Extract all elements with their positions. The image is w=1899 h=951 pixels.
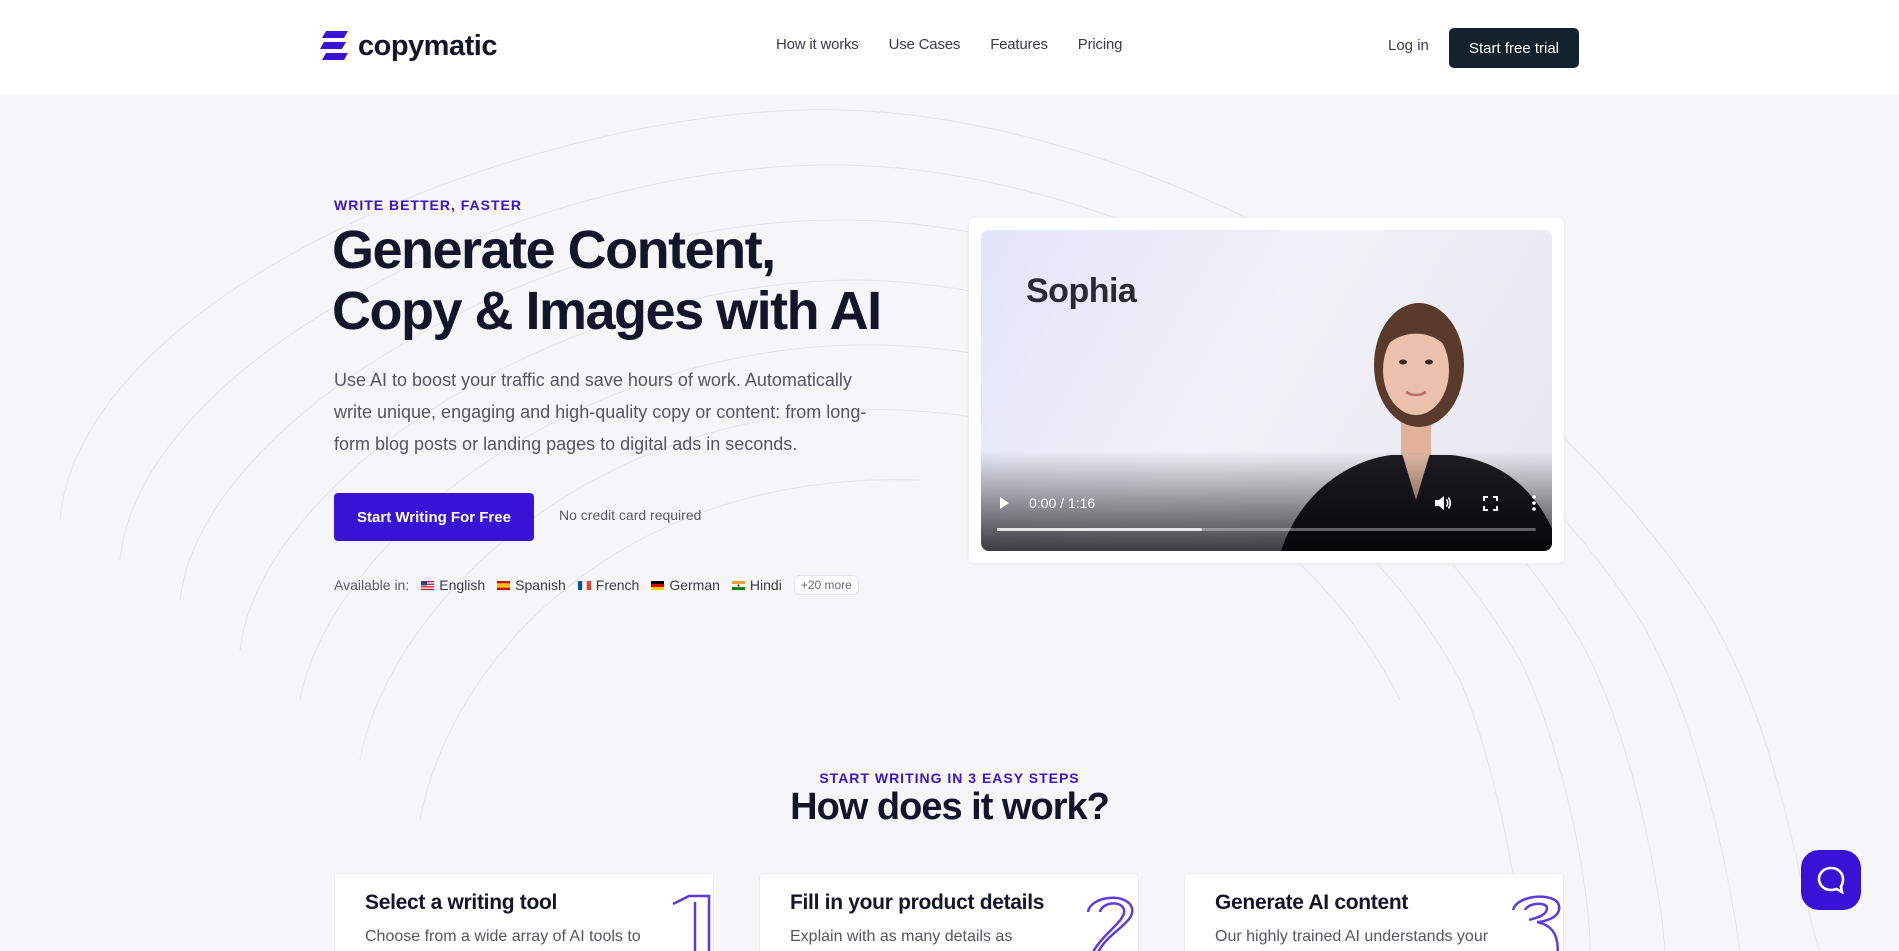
video-controls: 0:00 / 1:16: [981, 451, 1552, 551]
us-flag-icon: [421, 580, 435, 590]
language-label: German: [669, 577, 720, 593]
step-card-2: Fill in your product details Explain wit…: [759, 873, 1139, 951]
step-description: Choose from a wide array of AI tools to: [365, 928, 641, 945]
step-title: Select a writing tool: [365, 891, 558, 914]
main-nav: How it works Use Cases Features Pricing: [776, 36, 1122, 53]
brand-name: copymatic: [358, 29, 497, 62]
nav-use-cases[interactable]: Use Cases: [889, 36, 961, 53]
step-description: Our highly trained AI understands your: [1215, 928, 1489, 945]
language-label: Hindi: [749, 577, 782, 593]
video-progress-bar[interactable]: [997, 528, 1536, 531]
step-title: Fill in your product details: [790, 891, 1045, 914]
hero-title-line-2: Copy & Images with AI: [332, 281, 882, 341]
es-flag-icon: [497, 580, 511, 590]
hero-eyebrow: WRITE BETTER, FASTER: [334, 197, 522, 213]
video-time: 0:00 / 1:16: [1029, 495, 1096, 511]
step-description: Explain with as many details as: [790, 928, 1013, 945]
video-presenter-name: Sophia: [1026, 272, 1137, 310]
hero-title: Generate Content, Copy & Images with AI: [332, 220, 892, 342]
step-number-three-icon: [1511, 895, 1561, 951]
no-credit-card-note: No credit card required: [559, 507, 702, 523]
available-in-label: Available in:: [334, 577, 410, 593]
step-title: Generate AI content: [1215, 891, 1409, 914]
more-languages-badge[interactable]: +20 more: [793, 575, 859, 595]
video-card: Sophia 0:00 / 1:16: [969, 218, 1564, 563]
de-flag-icon: [651, 580, 665, 590]
nav-how-it-works[interactable]: How it works: [776, 36, 859, 53]
language-hindi: Hindi: [731, 577, 782, 593]
step-card-1: Select a writing tool Choose from a wide…: [334, 873, 714, 951]
step-number-one-icon: [672, 894, 711, 951]
chat-support-button[interactable]: [1801, 850, 1861, 910]
more-options-icon[interactable]: [1532, 495, 1536, 511]
login-link[interactable]: Log in: [1388, 37, 1429, 54]
language-french: French: [577, 577, 640, 593]
nav-pricing[interactable]: Pricing: [1078, 36, 1123, 53]
language-label: French: [595, 577, 640, 593]
nav-features[interactable]: Features: [990, 36, 1048, 53]
language-label: English: [439, 577, 486, 593]
page: copymatic How it works Use Cases Feature…: [0, 0, 1899, 951]
step-card-3: Generate AI content Our highly trained A…: [1184, 873, 1564, 951]
copymatic-logo-mark-icon: [320, 31, 348, 60]
fr-flag-icon: [577, 580, 591, 590]
chat-bubble-icon: [1817, 866, 1845, 895]
hero-title-line-1: Generate Content,: [332, 220, 776, 280]
language-german: German: [651, 577, 720, 593]
language-label: Spanish: [515, 577, 566, 593]
start-writing-button[interactable]: Start Writing For Free: [334, 493, 534, 541]
how-title: How does it work?: [790, 786, 1110, 828]
video-progress-fill: [997, 528, 1202, 531]
available-languages: Available in: English Spanish French Ger…: [334, 575, 859, 595]
play-icon[interactable]: [997, 496, 1011, 510]
language-spanish: Spanish: [497, 577, 566, 593]
fullscreen-icon[interactable]: [1483, 496, 1498, 511]
start-free-trial-button[interactable]: Start free trial: [1449, 28, 1579, 68]
in-flag-icon: [731, 580, 745, 590]
copymatic-logo[interactable]: copymatic: [318, 29, 497, 63]
step-number-two-icon: [1086, 896, 1134, 951]
how-eyebrow: START WRITING IN 3 EASY STEPS: [819, 770, 1080, 786]
demo-video[interactable]: Sophia 0:00 / 1:16: [981, 230, 1552, 551]
volume-icon[interactable]: [1434, 495, 1452, 511]
language-english: English: [421, 577, 485, 593]
hero-description: Use AI to boost your traffic and save ho…: [334, 370, 867, 454]
